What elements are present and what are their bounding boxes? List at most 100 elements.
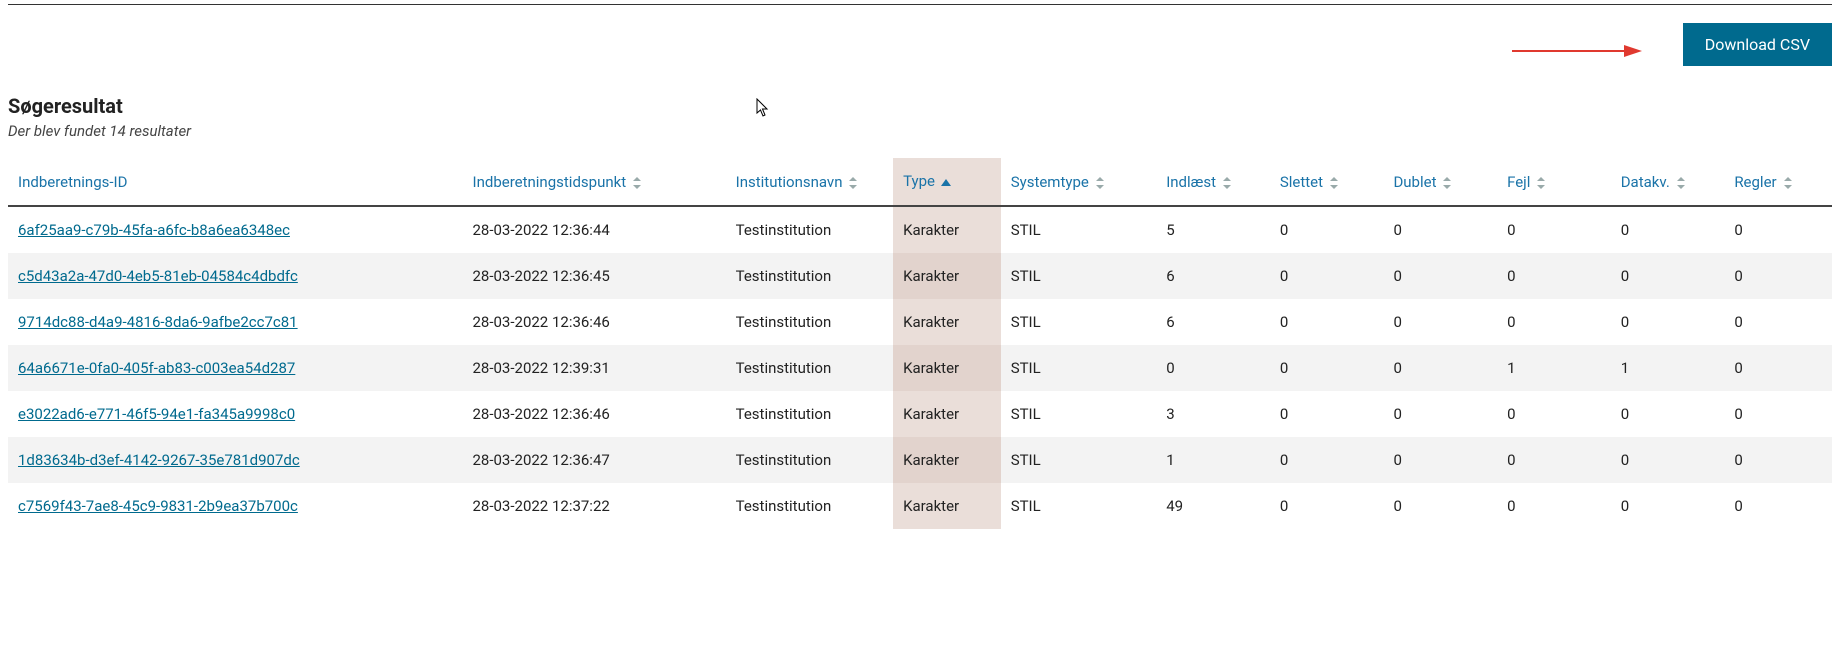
cell-fejl: 0 [1497,437,1611,483]
toolbar: Download CSV [8,23,1832,66]
col-header-label: Indlæst [1166,173,1216,191]
table-row: c5d43a2a-47d0-4eb5-81eb-04584c4dbdfc28-0… [8,253,1832,299]
annotation-arrow [1512,41,1642,61]
col-header-regler[interactable]: Regler [1724,158,1832,206]
cell-institution: Testinstitution [726,437,893,483]
cell-institution: Testinstitution [726,253,893,299]
cell-dublet: 0 [1383,206,1497,253]
cell-datakv: 0 [1611,437,1725,483]
cell-indlaest: 6 [1156,299,1270,345]
table-row: 1d83634b-d3ef-4142-9267-35e781d907dc 28-0… [8,437,1832,483]
cell-regler: 0 [1724,483,1832,529]
cell-fejl: 0 [1497,206,1611,253]
cell-fejl: 0 [1497,391,1611,437]
cell-dublet: 0 [1383,299,1497,345]
cell-regler: 0 [1724,253,1832,299]
cell-slettet: 0 [1270,437,1384,483]
cell-dublet: 0 [1383,253,1497,299]
cell-type: Karakter [893,299,1001,345]
col-header-label: Institutionsnavn [736,173,843,191]
cell-timestamp: 28-03-2022 12:36:44 [463,206,726,253]
report-id-link[interactable]: e3022ad6-e771-46f5-94e1-fa345a9998c0 [18,405,295,423]
col-header-type[interactable]: Type [893,158,1001,206]
cell-systemtype: STIL [1001,253,1156,299]
cell-regler: 0 [1724,206,1832,253]
sort-icon [848,177,858,189]
col-header-label: Datakv. [1621,173,1670,191]
cell-fejl: 0 [1497,483,1611,529]
cell-timestamp: 28-03-2022 12:36:47 [463,437,726,483]
cell-timestamp: 28-03-2022 12:37:22 [463,483,726,529]
cell-fejl: 1 [1497,345,1611,391]
report-id-link[interactable]: 1d83634b-d3ef-4142-9267-35e781d907dc [18,451,300,469]
cell-regler: 0 [1724,299,1832,345]
cell-slettet: 0 [1270,299,1384,345]
report-id-link[interactable]: c7569f43-7ae8-45c9-9831-2b9ea37b700c [18,497,298,515]
table-row: 9714dc88-d4a9-4816-8da6-9afbe2cc7c81 28-0… [8,299,1832,345]
sort-asc-icon [941,173,951,191]
cell-datakv: 0 [1611,206,1725,253]
cell-timestamp: 28-03-2022 12:36:46 [463,299,726,345]
cell-datakv: 1 [1611,345,1725,391]
sort-icon [1442,177,1452,189]
download-csv-button[interactable]: Download CSV [1683,23,1832,66]
report-id-link[interactable]: 9714dc88-d4a9-4816-8da6-9afbe2cc7c81 [18,313,298,331]
col-header-slettet[interactable]: Slettet [1270,158,1384,206]
col-header-dublet[interactable]: Dublet [1383,158,1497,206]
results-table: Indberetnings-ID Indberetningstidspunkt … [8,158,1832,529]
cell-regler: 0 [1724,437,1832,483]
cell-indlaest: 3 [1156,391,1270,437]
cell-datakv: 0 [1611,299,1725,345]
sort-icon [1095,177,1105,189]
report-id-link[interactable]: 6af25aa9-c79b-45fa-a6fc-b8a6ea6348ec [18,221,290,239]
sort-icon [1222,177,1232,189]
col-header-label: Indberetningstidspunkt [473,173,627,191]
cell-systemtype: STIL [1001,437,1156,483]
cell-indlaest: 5 [1156,206,1270,253]
sort-icon [1783,177,1793,189]
col-header-timestamp[interactable]: Indberetningstidspunkt [463,158,726,206]
cell-dublet: 0 [1383,391,1497,437]
cell-indlaest: 49 [1156,483,1270,529]
cell-institution: Testinstitution [726,345,893,391]
col-header-label: Type [903,172,935,190]
results-count-text: Der blev fundet 14 resultater [8,122,1832,140]
cell-type: Karakter [893,206,1001,253]
sort-icon [1329,177,1339,189]
cell-slettet: 0 [1270,391,1384,437]
col-header-id[interactable]: Indberetnings-ID [8,158,463,206]
col-header-institution[interactable]: Institutionsnavn [726,158,893,206]
col-header-label: Indberetnings-ID [18,173,127,191]
table-row: 6af25aa9-c79b-45fa-a6fc-b8a6ea6348ec 28-0… [8,206,1832,253]
cell-slettet: 0 [1270,345,1384,391]
col-header-label: Slettet [1280,173,1323,191]
cell-institution: Testinstitution [726,391,893,437]
cell-type: Karakter [893,253,1001,299]
cell-indlaest: 1 [1156,437,1270,483]
cell-datakv: 0 [1611,483,1725,529]
cell-fejl: 0 [1497,299,1611,345]
cell-timestamp: 28-03-2022 12:36:46 [463,391,726,437]
col-header-label: Systemtype [1011,173,1089,191]
cell-timestamp: 28-03-2022 12:39:31 [463,345,726,391]
cell-regler: 0 [1724,345,1832,391]
col-header-label: Fejl [1507,173,1530,191]
cell-regler: 0 [1724,391,1832,437]
sort-icon [1536,177,1546,189]
col-header-fejl[interactable]: Fejl [1497,158,1611,206]
cell-indlaest: 0 [1156,345,1270,391]
cell-systemtype: STIL [1001,483,1156,529]
col-header-systemtype[interactable]: Systemtype [1001,158,1156,206]
report-id-link[interactable]: 64a6671e-0fa0-405f-ab83-c003ea54d287 [18,359,295,377]
cell-institution: Testinstitution [726,299,893,345]
table-row: 64a6671e-0fa0-405f-ab83-c003ea54d287 28-0… [8,345,1832,391]
report-id-link[interactable]: c5d43a2a-47d0-4eb5-81eb-04584c4dbdfc [18,267,298,285]
cell-systemtype: STIL [1001,345,1156,391]
cell-slettet: 0 [1270,206,1384,253]
results-heading: Søgeresultat [8,94,1832,118]
col-header-indlaest[interactable]: Indlæst [1156,158,1270,206]
sort-icon [632,177,642,189]
col-header-datakv[interactable]: Datakv. [1611,158,1725,206]
cell-datakv: 0 [1611,253,1725,299]
cell-institution: Testinstitution [726,206,893,253]
